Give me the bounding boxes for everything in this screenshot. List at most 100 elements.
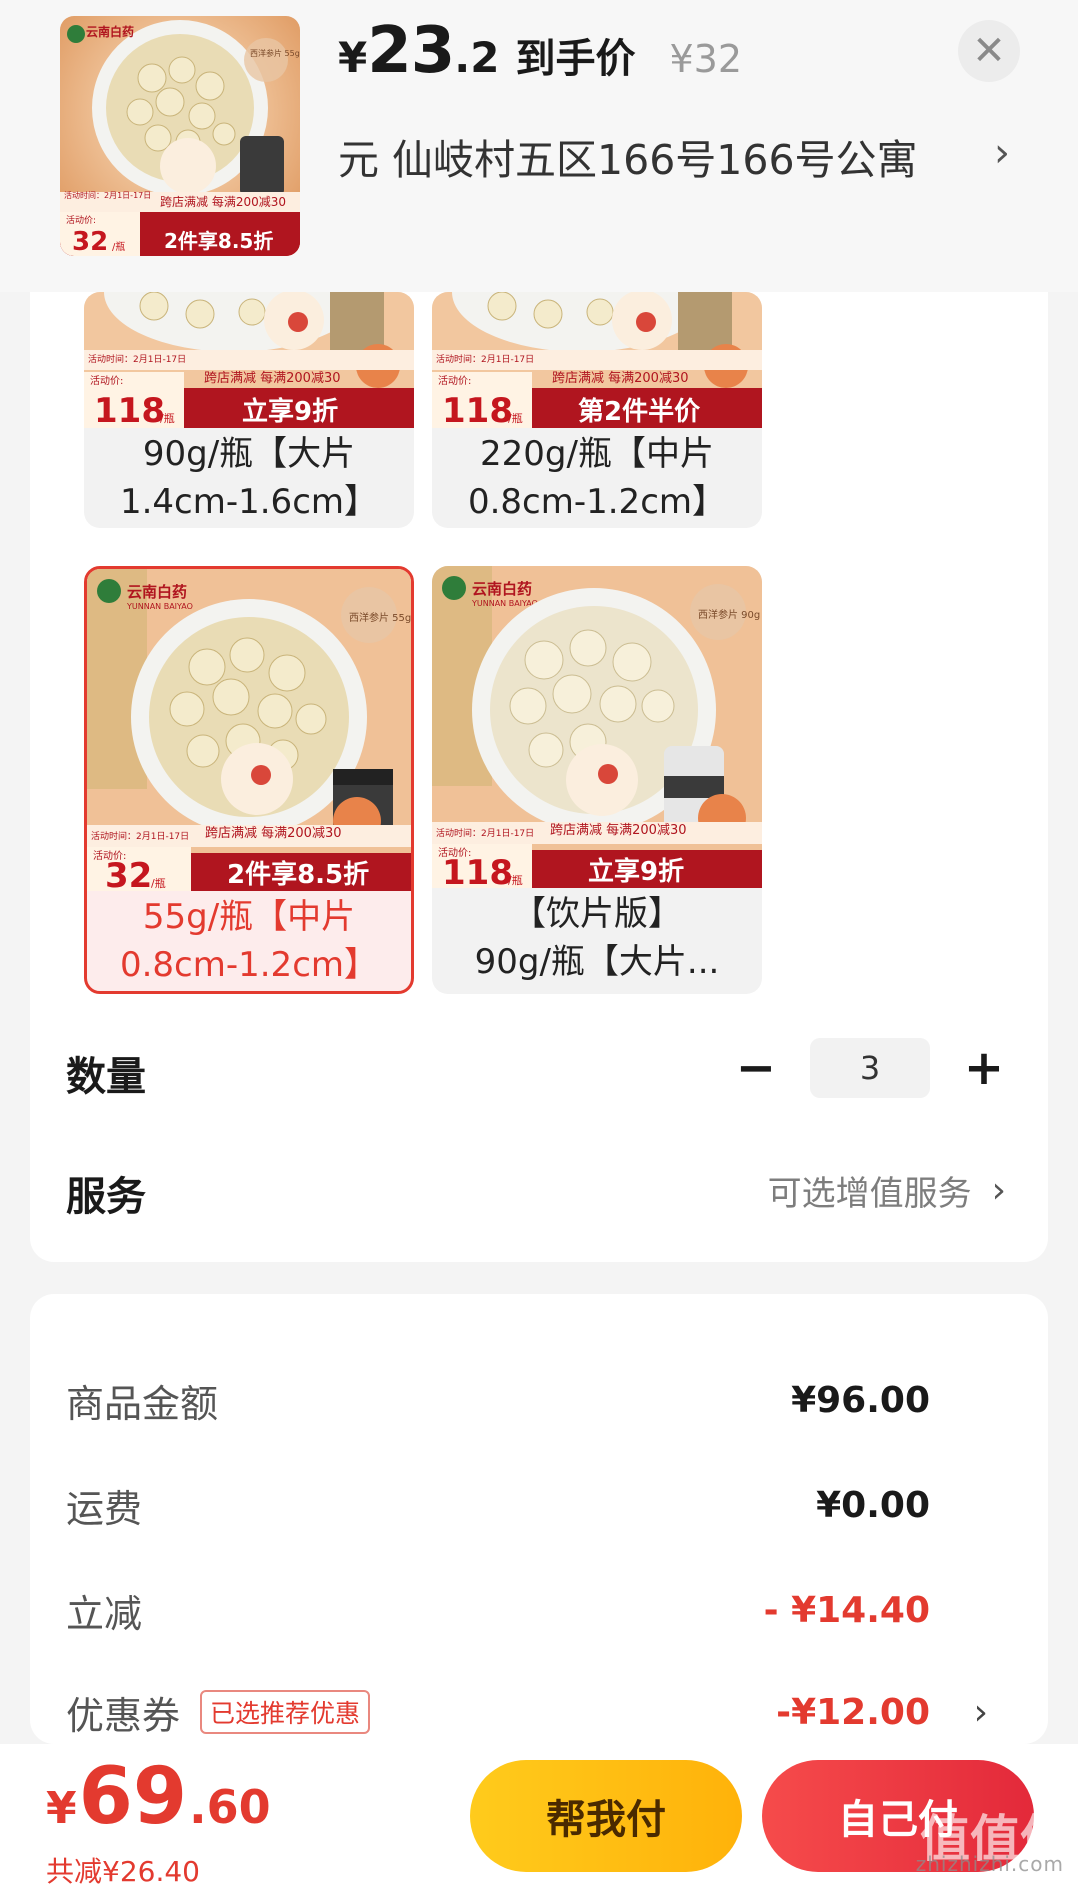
instant-discount-label: 立减: [66, 1591, 143, 1636]
sku-promo-date: 活动时间：2月1日-17日: [436, 353, 534, 365]
plus-icon: +: [963, 1040, 1005, 1096]
thumb-unit: /瓶: [112, 240, 125, 253]
shipping-row: 运费 ¥0.00: [66, 1477, 1012, 1533]
sku-option-220g-medium[interactable]: 活动时间：2月1日-17日 跨店满减 每满200减30 活动价: 118 /瓶 …: [432, 292, 762, 528]
sku-option-55g-medium[interactable]: 云南白药 YUNNAN BAIYAO 西洋参片 55g 活动时间：2月1日-17…: [84, 566, 414, 994]
sku-name-line2: 90g/瓶【大片...: [474, 942, 720, 982]
thumb-promo-date: 活动时间：2月1日-17日: [64, 190, 151, 200]
instant-discount-value: - ¥14.40: [763, 1589, 930, 1631]
goods-amount-value: ¥96.00: [791, 1379, 930, 1421]
sku-promo: 跨店满减 每满200减30: [205, 825, 342, 841]
sku-options-card: 活动时间：2月1日-17日 跨店满减 每满200减30 活动价: 118 /瓶 …: [30, 292, 1048, 1262]
sku-name-line2: 0.8cm-1.2cm】: [119, 945, 379, 985]
price-currency: ¥: [338, 33, 368, 82]
sku-option-90g-slices[interactable]: 云南白药 YUNNAN BAIYAO 西洋参片 90g 活动时间：2月1日-17…: [432, 566, 762, 994]
original-price: ¥32: [669, 37, 743, 81]
sku-option-90g-large[interactable]: 活动时间：2月1日-17日 跨店满减 每满200减30 活动价: 118 /瓶 …: [84, 292, 414, 528]
coupon-label: 优惠券: [66, 1693, 181, 1738]
coupon-recommended-tag: 已选推荐优惠: [200, 1690, 371, 1734]
address-text: 元 仙岐村五区166号166号公寓: [338, 136, 918, 184]
sku-option-name: 55g/瓶【中片 0.8cm-1.2cm】: [87, 891, 411, 989]
sku-option-image: 云南白药 YUNNAN BAIYAO 西洋参片 55g 活动时间：2月1日-17…: [87, 569, 411, 891]
coupon-value: -¥12.00: [776, 1691, 930, 1733]
sku-deal: 2件享8.5折: [227, 859, 369, 890]
quantity-stepper: − 3 +: [726, 1038, 1014, 1098]
sku-unit: /瓶: [508, 873, 523, 887]
sku-header: 活动时间：2月1日-17日 跨店满减 每满200减30 活动价: 32 /瓶 2…: [0, 0, 1078, 292]
thumb-deal: 2件享8.5折: [164, 229, 273, 253]
sku-name-line1: 55g/瓶【中片: [142, 897, 356, 937]
sku-promo: 跨店满减 每满200减30: [204, 370, 341, 386]
sku-name-line1: 220g/瓶【中片: [480, 434, 714, 474]
sku-unit: /瓶: [508, 411, 523, 425]
shipping-value: ¥0.00: [816, 1484, 930, 1526]
service-value: 可选增值服务: [767, 1174, 972, 1214]
sku-option-name: 220g/瓶【中片 0.8cm-1.2cm】: [432, 428, 762, 526]
sku-deal: 立享9折: [242, 396, 338, 427]
sku-brand: 云南白药: [472, 580, 532, 598]
chevron-right-icon: ›: [991, 1170, 1006, 1211]
close-button[interactable]: ✕: [958, 20, 1020, 82]
sku-promo-date: 活动时间：2月1日-17日: [88, 353, 186, 365]
checkout-bar: ¥ 69 .60 共减¥26.40 帮我付 自己付 值值值 zhizhizhi.…: [0, 1744, 1078, 1894]
goods-amount-label: 商品金额: [66, 1381, 219, 1426]
price-integer: 23: [367, 14, 455, 88]
thumb-price: 32: [72, 227, 108, 256]
sku-price: 118: [94, 391, 165, 428]
sku-promo-date: 活动时间：2月1日-17日: [436, 827, 534, 839]
product-thumbnail: 活动时间：2月1日-17日 跨店满减 每满200减30 活动价: 32 /瓶 2…: [60, 16, 300, 256]
price-summary: ¥ 23 .2 到手价 ¥32: [338, 14, 743, 88]
total-price: ¥ 69 .60: [46, 1752, 271, 1842]
sku-price: 118: [442, 853, 513, 888]
close-icon: ✕: [972, 28, 1006, 74]
total-saving: 共减¥26.40: [46, 1855, 200, 1888]
goods-amount-row: 商品金额 ¥96.00: [66, 1372, 1012, 1428]
sku-promo-date: 活动时间：2月1日-17日: [91, 830, 189, 842]
total-integer: 69: [78, 1752, 188, 1842]
sku-option-image: 活动时间：2月1日-17日 跨店满减 每满200减30 活动价: 118 /瓶 …: [84, 292, 414, 428]
sku-promo: 跨店满减 每满200减30: [550, 822, 687, 838]
price-label: 到手价: [515, 36, 636, 82]
price-decimal: .2: [454, 33, 500, 82]
sku-unit: /瓶: [151, 876, 166, 890]
sku-option-image: 活动时间：2月1日-17日 跨店满减 每满200减30 活动价: 118 /瓶 …: [432, 292, 762, 428]
service-label: 服务: [66, 1174, 146, 1220]
sku-name-line1: 90g/瓶【大片: [142, 434, 356, 474]
sku-name-line2: 1.4cm-1.6cm】: [119, 482, 379, 522]
shipping-label: 运费: [66, 1486, 143, 1531]
sku-badge: 西洋参片 55g: [349, 611, 411, 624]
thumb-promo: 跨店满减 每满200减30: [160, 194, 286, 209]
sku-activity-label: 活动价:: [90, 375, 123, 387]
sku-brand: 云南白药: [127, 583, 187, 601]
sku-badge: 西洋参片 90g: [698, 608, 760, 621]
sku-name-line2: 0.8cm-1.2cm】: [467, 482, 727, 522]
sku-name-line1: 【饮片版】: [512, 894, 682, 934]
help-me-pay-button[interactable]: 帮我付: [470, 1760, 742, 1872]
instant-discount-row: 立减 - ¥14.40: [66, 1582, 1012, 1638]
sku-deal: 第2件半价: [578, 396, 701, 427]
address-selector[interactable]: 元 仙岐村五区166号166号公寓 ›: [338, 126, 1018, 186]
total-decimal: .60: [189, 1780, 271, 1834]
service-selector[interactable]: 可选增值服务 ›: [768, 1166, 1006, 1215]
chevron-right-icon: ›: [973, 1691, 988, 1733]
chevron-right-icon: ›: [994, 130, 1010, 176]
minus-icon: −: [735, 1040, 777, 1096]
sku-option-image: 云南白药 YUNNAN BAIYAO 西洋参片 90g 活动时间：2月1日-17…: [432, 566, 762, 888]
thumb-brand: 云南白药: [86, 24, 134, 39]
sku-brand-en: YUNNAN BAIYAO: [471, 599, 538, 608]
increase-quantity-button[interactable]: +: [954, 1038, 1014, 1098]
coupon-row[interactable]: 优惠券 已选推荐优惠 -¥12.00 ›: [66, 1684, 1012, 1740]
sku-deal: 立享9折: [588, 856, 684, 887]
sku-brand-en: YUNNAN BAIYAO: [126, 602, 193, 611]
quantity-input[interactable]: 3: [810, 1038, 930, 1098]
quantity-label: 数量: [66, 1054, 146, 1100]
sku-price: 32: [105, 856, 152, 891]
decrease-quantity-button[interactable]: −: [726, 1038, 786, 1098]
sku-option-name: 90g/瓶【大片 1.4cm-1.6cm】: [84, 428, 414, 526]
sku-price: 118: [442, 391, 513, 428]
sku-activity-label: 活动价:: [438, 375, 471, 387]
total-currency: ¥: [46, 1783, 77, 1834]
watermark: zhizhizhi.com: [915, 1852, 1064, 1876]
sku-option-name: 【饮片版】 90g/瓶【大片...: [432, 888, 762, 986]
sku-unit: /瓶: [160, 411, 175, 425]
